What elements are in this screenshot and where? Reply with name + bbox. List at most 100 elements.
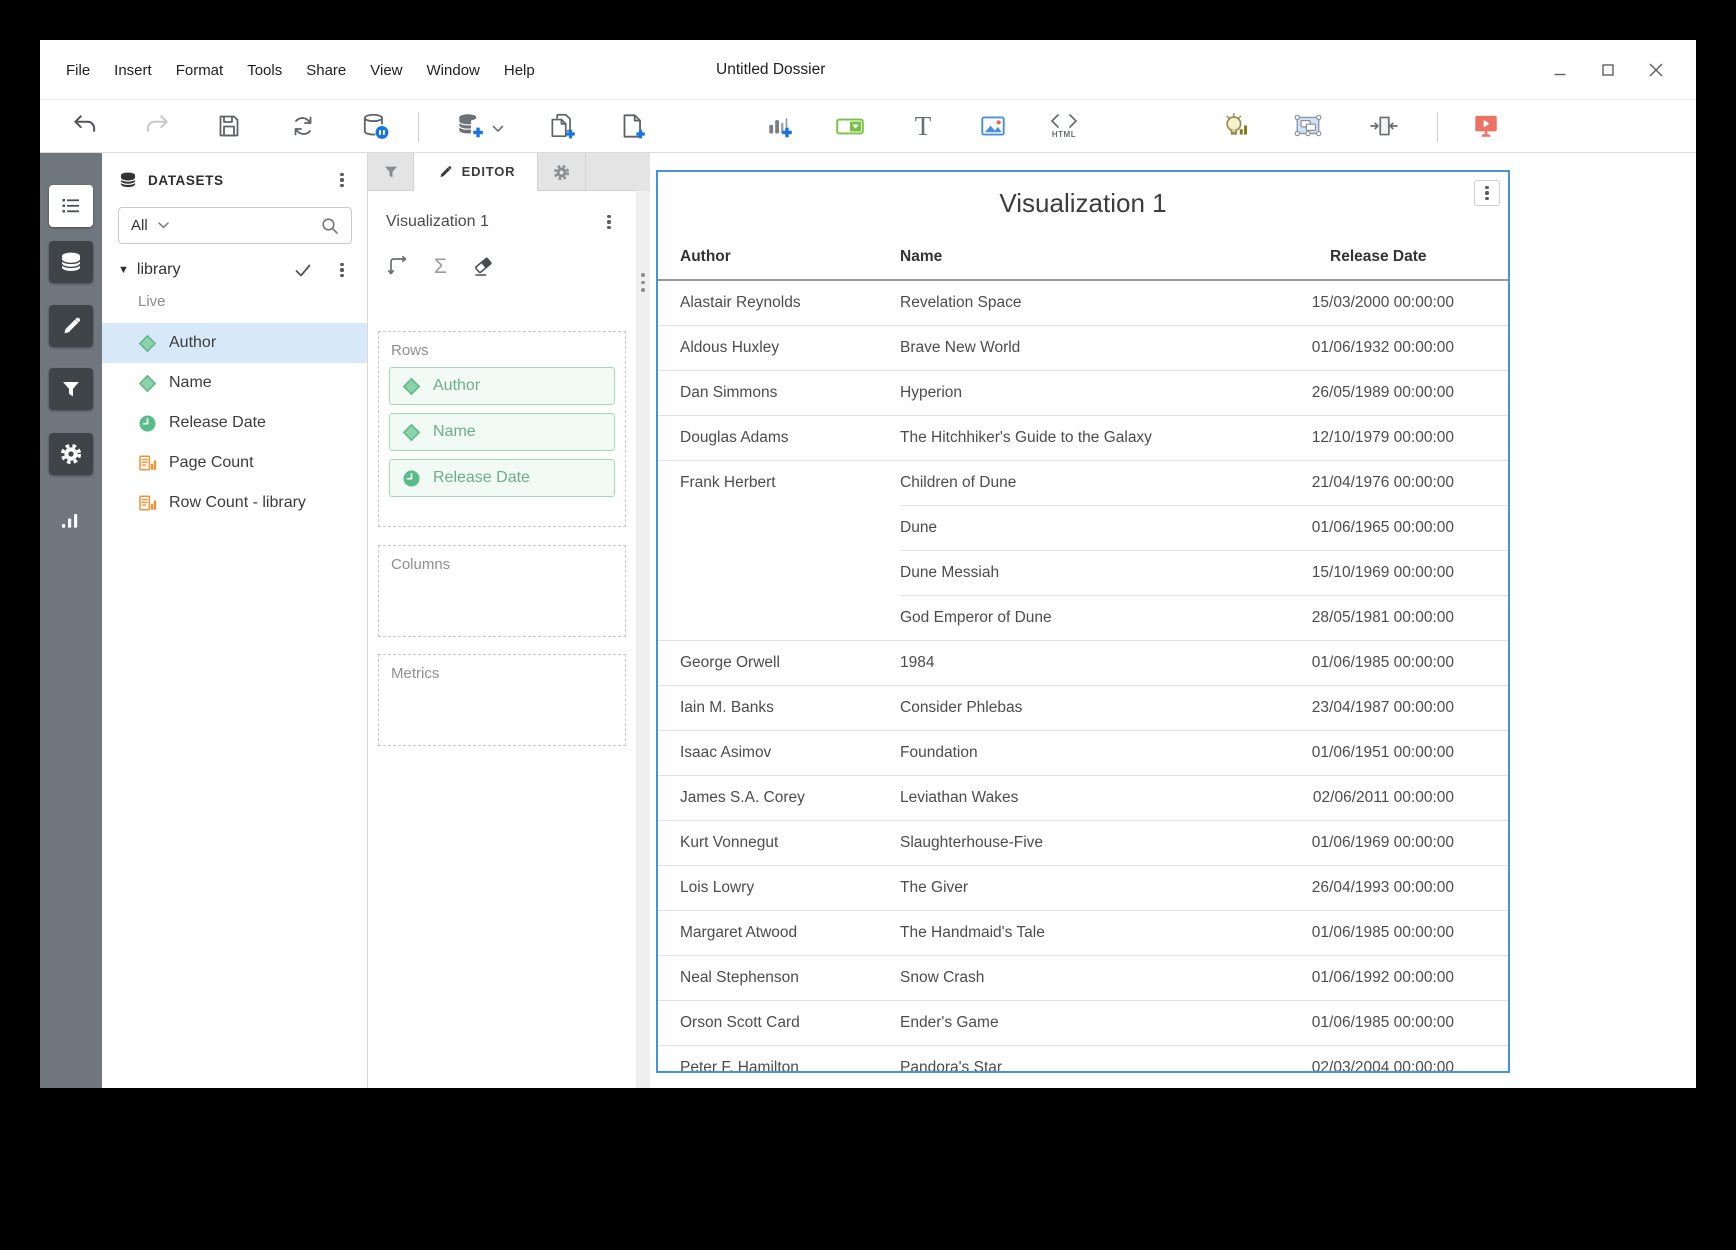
menu-insert[interactable]: Insert <box>102 62 164 79</box>
cell-name[interactable]: Consider Phlebas <box>900 685 1290 730</box>
dataset-field-author[interactable]: Author <box>102 323 367 363</box>
cell-name[interactable]: Foundation <box>900 730 1290 775</box>
tab-filter[interactable] <box>368 153 414 191</box>
table-row[interactable]: Kurt VonnegutSlaughterhouse-Five01/06/19… <box>658 820 1508 865</box>
dataset-field-page-count[interactable]: Page Count <box>102 443 367 483</box>
maximize-button[interactable] <box>1594 56 1622 84</box>
columns-drop-zone[interactable]: Columns <box>378 545 626 637</box>
cell-name[interactable]: 1984 <box>900 640 1290 685</box>
duplicate-page-button[interactable] <box>544 108 580 144</box>
cell-author[interactable]: Kurt Vonnegut <box>658 820 900 865</box>
cell-release-date[interactable]: 01/06/1992 00:00:00 <box>1290 955 1508 1000</box>
add-image-button[interactable] <box>975 108 1011 144</box>
dataset-name[interactable]: library <box>137 261 295 279</box>
add-data-button[interactable] <box>452 108 488 144</box>
column-header-release-date[interactable]: Release Date <box>1290 234 1508 280</box>
add-page-button[interactable] <box>614 108 650 144</box>
undo-button[interactable] <box>67 108 103 144</box>
cell-name[interactable]: Revelation Space <box>900 280 1290 325</box>
cell-name[interactable]: The Handmaid's Tale <box>900 910 1290 955</box>
sigma-totals-icon[interactable]: Σ <box>434 256 447 277</box>
cell-author[interactable]: Aldous Huxley <box>658 325 900 370</box>
cell-release-date[interactable]: 26/05/1989 00:00:00 <box>1290 370 1508 415</box>
metrics-drop-zone[interactable]: Metrics <box>378 654 626 746</box>
cell-name[interactable]: Ender's Game <box>900 1000 1290 1045</box>
cell-release-date[interactable]: 01/06/1985 00:00:00 <box>1290 910 1508 955</box>
cell-release-date[interactable]: 01/06/1985 00:00:00 <box>1290 640 1508 685</box>
rows-chip-author[interactable]: Author <box>389 367 615 405</box>
sidebar-item-settings[interactable] <box>49 433 93 475</box>
add-text-button[interactable]: T <box>905 108 941 144</box>
search-icon[interactable] <box>321 217 339 235</box>
cell-author[interactable]: Neal Stephenson <box>658 955 900 1000</box>
menu-tools[interactable]: Tools <box>235 62 294 79</box>
add-visualization-button[interactable] <box>762 108 798 144</box>
rows-chip-release-date[interactable]: Release Date <box>389 459 615 497</box>
add-selector-button[interactable] <box>832 108 868 144</box>
dataset-library-row[interactable]: ▼ library <box>102 253 367 287</box>
table-row[interactable]: Douglas AdamsThe Hitchhiker's Guide to t… <box>658 415 1508 460</box>
cell-release-date[interactable]: 01/06/1932 00:00:00 <box>1290 325 1508 370</box>
table-row[interactable]: Isaac AsimovFoundation01/06/1951 00:00:0… <box>658 730 1508 775</box>
menu-view[interactable]: View <box>358 62 414 79</box>
present-button[interactable] <box>1468 108 1504 144</box>
sidebar-item-edit[interactable] <box>49 305 93 347</box>
cell-author[interactable]: James S.A. Corey <box>658 775 900 820</box>
cell-name[interactable]: The Hitchhiker's Guide to the Galaxy <box>900 415 1290 460</box>
cell-author[interactable]: Margaret Atwood <box>658 910 900 955</box>
close-button[interactable] <box>1642 56 1670 84</box>
dataset-field-release-date[interactable]: Release Date <box>102 403 367 443</box>
sidebar-item-filter[interactable] <box>49 368 93 410</box>
column-header-author[interactable]: Author <box>658 234 900 280</box>
splitter-handle-icon[interactable] <box>641 273 645 292</box>
table-row[interactable]: Margaret AtwoodThe Handmaid's Tale01/06/… <box>658 910 1508 955</box>
save-button[interactable] <box>211 108 247 144</box>
sidebar-item-visualization-gallery[interactable] <box>49 498 93 540</box>
cell-name[interactable]: Hyperion <box>900 370 1290 415</box>
cell-release-date[interactable]: 28/05/1981 00:00:00 <box>1290 595 1508 640</box>
cell-release-date[interactable]: 01/06/1985 00:00:00 <box>1290 1000 1508 1045</box>
cell-author[interactable]: Frank Herbert <box>658 460 900 640</box>
cell-author[interactable]: Peter F. Hamilton <box>658 1045 900 1073</box>
dataset-menu-button[interactable] <box>333 260 351 280</box>
menu-format[interactable]: Format <box>164 62 236 79</box>
cell-name[interactable]: The Giver <box>900 865 1290 910</box>
dataset-field-name[interactable]: Name <box>102 363 367 403</box>
tab-format[interactable] <box>538 153 586 191</box>
menu-file[interactable]: File <box>54 62 102 79</box>
cell-author[interactable]: Isaac Asimov <box>658 730 900 775</box>
cell-release-date[interactable]: 12/10/1979 00:00:00 <box>1290 415 1508 460</box>
swap-axes-icon[interactable] <box>386 254 410 278</box>
cell-author[interactable]: Douglas Adams <box>658 415 900 460</box>
dataset-status-button[interactable] <box>357 108 393 144</box>
cell-release-date[interactable]: 01/06/1965 00:00:00 <box>1290 505 1508 550</box>
cell-release-date[interactable]: 01/06/1969 00:00:00 <box>1290 820 1508 865</box>
cell-author[interactable]: Orson Scott Card <box>658 1000 900 1045</box>
eraser-icon[interactable] <box>471 254 495 278</box>
column-header-name[interactable]: Name <box>900 234 1290 280</box>
cell-author[interactable]: Dan Simmons <box>658 370 900 415</box>
minimize-button[interactable] <box>1546 56 1574 84</box>
rows-drop-zone[interactable]: Rows AuthorNameRelease Date <box>378 331 626 527</box>
cell-name[interactable]: Snow Crash <box>900 955 1290 1000</box>
cell-name[interactable]: Leviathan Wakes <box>900 775 1290 820</box>
cell-name[interactable]: Pandora's Star <box>900 1045 1290 1073</box>
cell-release-date[interactable]: 02/03/2004 00:00:00 <box>1290 1045 1508 1073</box>
panel-splitter[interactable] <box>636 153 650 1088</box>
sidebar-item-contents[interactable] <box>49 185 93 227</box>
cell-name[interactable]: Brave New World <box>900 325 1290 370</box>
table-row[interactable]: Lois LowryThe Giver26/04/1993 00:00:00 <box>658 865 1508 910</box>
add-data-dropdown[interactable] <box>492 120 504 138</box>
add-html-button[interactable]: HTML <box>1046 108 1082 144</box>
cell-release-date[interactable]: 02/06/2011 00:00:00 <box>1290 775 1508 820</box>
cell-name[interactable]: Children of Dune <box>900 460 1290 505</box>
sidebar-item-datasets[interactable] <box>49 241 93 283</box>
table-row[interactable]: Iain M. BanksConsider Phlebas23/04/1987 … <box>658 685 1508 730</box>
menu-window[interactable]: Window <box>415 62 492 79</box>
cell-name[interactable]: Dune Messiah <box>900 550 1290 595</box>
visualization-menu-button[interactable] <box>1474 180 1500 206</box>
cell-author[interactable]: Lois Lowry <box>658 865 900 910</box>
cell-release-date[interactable]: 15/10/1969 00:00:00 <box>1290 550 1508 595</box>
cell-release-date[interactable]: 01/06/1951 00:00:00 <box>1290 730 1508 775</box>
visualization-container[interactable]: Visualization 1 Author Name Release Date… <box>656 170 1510 1073</box>
